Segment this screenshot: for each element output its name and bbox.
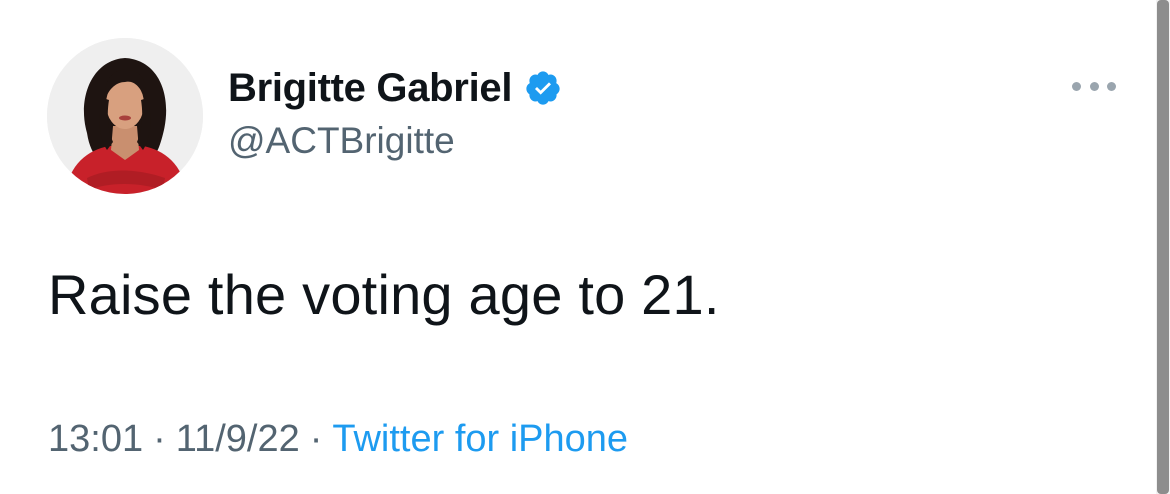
scrollbar-thumb[interactable] [1157, 0, 1169, 494]
tweet-date[interactable]: 11/9/22 [176, 418, 300, 460]
tweet-meta: 13:01 · 11/9/22 · Twitter for iPhone [48, 418, 628, 461]
tweet-source-link[interactable]: Twitter for iPhone [332, 418, 628, 460]
meta-separator: · [153, 418, 166, 460]
author-handle[interactable]: @ACTBrigitte [228, 120, 455, 162]
tweet-time[interactable]: 13:01 [48, 418, 143, 460]
avatar[interactable] [47, 38, 203, 194]
author-display-name[interactable]: Brigitte Gabriel [228, 66, 512, 111]
meta-separator: · [309, 418, 323, 460]
profile-photo-icon [47, 38, 203, 194]
tweet-text: Raise the voting age to 21. [48, 263, 720, 326]
author-name-row[interactable]: Brigitte Gabriel [228, 62, 562, 114]
scrollbar-track[interactable] [1156, 0, 1170, 494]
verified-badge-icon [524, 69, 562, 107]
more-options-icon[interactable] [1070, 74, 1118, 98]
tweet-card: Brigitte Gabriel @ACTBrigitte Raise the … [0, 0, 1170, 494]
